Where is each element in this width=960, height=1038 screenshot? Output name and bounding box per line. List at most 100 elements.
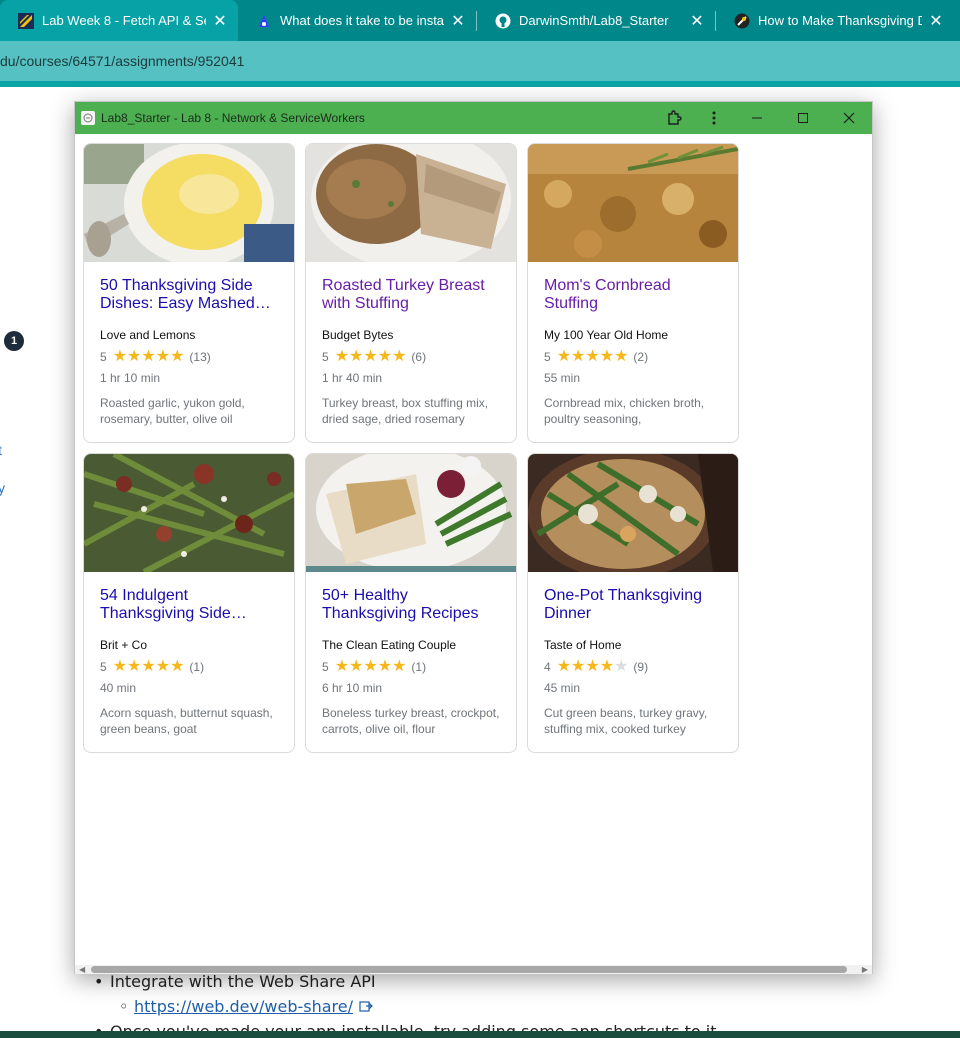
star-rating-icon: ★★★★★ [112,658,185,675]
minimize-icon[interactable] [734,102,780,134]
recipe-ingredients: Cornbread mix, chicken broth, poultry se… [544,396,705,426]
web-dev-icon [256,13,272,29]
notification-badge: 1 [4,331,24,351]
recipe-ingredients: Boneless turkey breast, crockpot, carrot… [322,706,500,736]
recipe-rating: 5 ★★★★★ (1) [322,659,426,675]
recipe-card[interactable]: 54 Indulgent Thanksgiving Side… Brit + C… [83,453,295,753]
taskbar-strip [0,1031,960,1038]
scroll-left-icon[interactable]: ◀ [79,965,85,974]
maximize-icon[interactable] [780,102,826,134]
browser-tab-4[interactable]: How to Make Thanksgiving Dinn ✕ [716,0,954,41]
canvas-lms-icon [18,12,34,29]
tab-close-icon[interactable]: ✕ [689,11,705,31]
tab-label: DarwinSmth/Lab8_Starter [519,13,669,28]
review-count: (1) [189,660,205,674]
recipe-title[interactable]: 50 Thanksgiving Side Dishes: Easy Mashed… [100,277,280,313]
app-titlebar[interactable]: Lab8_Starter - Lab 8 - Network & Service… [75,102,872,134]
star-rating-icon: ★★★★★ [112,348,185,365]
external-link-icon [359,1000,373,1015]
recipe-card[interactable]: 50+ Healthy Thanksgiving Recipes The Cle… [305,453,517,753]
recipe-org: My 100 Year Old Home [544,328,669,342]
recipe-time: 1 hr 10 min [100,371,161,385]
recipe-org: Love and Lemons [100,328,196,342]
recipe-org: Budget Bytes [322,328,394,342]
tab-label: Lab Week 8 - Fetch API & Servic [42,13,206,28]
star-rating-icon: ★★★★★ [334,348,407,365]
rating-value: 5 [322,660,329,674]
close-icon[interactable] [826,102,872,134]
recipe-title[interactable]: 50+ Healthy Thanksgiving Recipes [322,587,502,623]
github-icon [495,13,511,29]
star-rating-icon: ★★★★★ [556,348,629,365]
recipe-title[interactable]: Mom's Cornbread Stuffing [544,277,724,313]
scroll-right-icon[interactable]: ▶ [862,965,868,974]
recipe-site-icon [734,13,750,29]
recipe-ingredients: Acorn squash, butternut squash, green be… [100,706,273,736]
star-rating-icon: ★★★★★ [556,658,629,675]
mashed-potatoes-image [84,144,294,262]
review-count: (6) [411,350,427,364]
url-text[interactable]: du/courses/64571/assignments/952041 [0,53,244,69]
browser-tab-2[interactable]: What does it take to be installal ✕ [238,0,476,41]
recipe-time: 40 min [100,681,137,695]
review-count: (2) [633,350,649,364]
recipe-card[interactable]: One-Pot Thanksgiving Dinner Taste of Hom… [527,453,739,753]
sidebar-link[interactable]: t [0,442,2,458]
recipe-time: 55 min [544,371,581,385]
list-item: Integrate with the Web Share API [94,972,376,991]
recipe-ingredients: Roasted garlic, yukon gold, rosemary, bu… [100,396,245,426]
browser-tab-1[interactable]: Lab Week 8 - Fetch API & Servic ✕ [0,0,238,41]
recipe-time: 45 min [544,681,581,695]
recipe-org: Brit + Co [100,638,148,652]
browser-tab-strip: Lab Week 8 - Fetch API & Servic ✕ What d… [0,0,960,41]
app-icon [81,111,95,125]
turkey-plate-image [306,454,516,572]
recipe-rating: 5 ★★★★★ (13) [100,349,211,365]
tab-close-icon[interactable]: ✕ [212,11,228,31]
recipe-rating: 5 ★★★★★ (1) [100,659,204,675]
green-beans-image [84,454,294,572]
review-count: (1) [411,660,427,674]
recipe-ingredients: Turkey breast, box stuffing mix, dried s… [322,396,489,426]
tab-label: What does it take to be installal [280,13,444,28]
recipe-card[interactable]: Mom's Cornbread Stuffing My 100 Year Old… [527,143,739,443]
cornbread-stuffing-image [528,144,738,262]
web-share-link[interactable]: https://web.dev/web-share/ [119,997,373,1016]
recipe-rating: 5 ★★★★★ (6) [322,349,426,365]
tab-close-icon[interactable]: ✕ [928,11,944,31]
tab-close-icon[interactable]: ✕ [450,11,466,31]
rating-value: 5 [322,350,329,364]
recipe-grid: 50 Thanksgiving Side Dishes: Easy Mashed… [75,134,872,965]
rating-value: 5 [544,350,551,364]
sidebar-link[interactable]: y [0,480,5,496]
app-window: Lab8_Starter - Lab 8 - Network & Service… [74,101,873,974]
rating-value: 5 [100,350,107,364]
recipe-time: 1 hr 40 min [322,371,383,385]
recipe-ingredients: Cut green beans, turkey gravy, stuffing … [544,706,708,736]
recipe-org: Taste of Home [544,638,622,652]
recipe-rating: 5 ★★★★★ (2) [544,349,648,365]
address-bar[interactable]: du/courses/64571/assignments/952041 [0,41,960,81]
recipe-time: 6 hr 10 min [322,681,383,695]
recipe-card[interactable]: 50 Thanksgiving Side Dishes: Easy Mashed… [83,143,295,443]
horizontal-scrollbar[interactable]: ◀ ▶ [75,965,872,974]
extension-icon[interactable] [654,102,694,134]
recipe-title[interactable]: Roasted Turkey Breast with Stuffing [322,277,502,313]
rating-value: 5 [100,660,107,674]
one-pot-dinner-image [528,454,738,572]
link-text[interactable]: https://web.dev/web-share/ [134,997,353,1016]
browser-tab-3[interactable]: DarwinSmth/Lab8_Starter ✕ [477,0,715,41]
scrollbar-thumb[interactable] [91,966,847,973]
app-title: Lab8_Starter - Lab 8 - Network & Service… [101,111,365,125]
more-vert-icon[interactable] [694,102,734,134]
star-rating-icon: ★★★★★ [334,658,407,675]
recipe-rating: 4 ★★★★★ (9) [544,659,648,675]
recipe-title[interactable]: 54 Indulgent Thanksgiving Side… [100,587,280,623]
turkey-stuffing-image [306,144,516,262]
rating-value: 4 [544,660,551,674]
review-count: (13) [189,350,211,364]
recipe-title[interactable]: One-Pot Thanksgiving Dinner [544,587,724,623]
tab-label: How to Make Thanksgiving Dinn [758,13,922,28]
review-count: (9) [633,660,649,674]
recipe-card[interactable]: Roasted Turkey Breast with Stuffing Budg… [305,143,517,443]
